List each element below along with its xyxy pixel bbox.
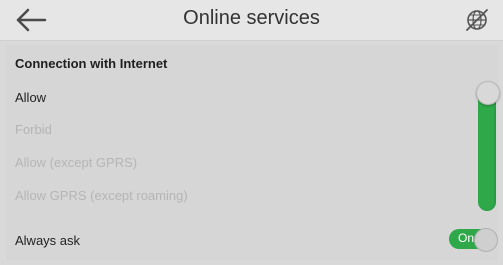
toggle-knob	[474, 228, 498, 252]
toggle-state-label: On	[458, 231, 475, 245]
connection-level-slider-knob[interactable]	[476, 81, 500, 105]
header-bar: Online services	[0, 0, 503, 41]
page-title: Online services	[183, 7, 320, 29]
globe-off-icon	[466, 9, 488, 31]
screen: Online services Connection with Internet…	[0, 0, 503, 265]
always-ask-toggle[interactable]: On	[449, 228, 498, 252]
always-ask-label: Always ask	[15, 233, 81, 248]
section-title: Connection with Internet	[15, 56, 168, 71]
option-allow-gprs-except-roaming: Allow GPRS (except roaming)	[15, 188, 188, 203]
settings-panel: Connection with Internet Allow Forbid Al…	[6, 45, 500, 261]
option-allow-except-gprs: Allow (except GPRS)	[15, 155, 138, 170]
globe-off-button[interactable]	[463, 6, 491, 34]
option-forbid: Forbid	[15, 122, 52, 137]
option-allow[interactable]: Allow	[15, 90, 46, 105]
